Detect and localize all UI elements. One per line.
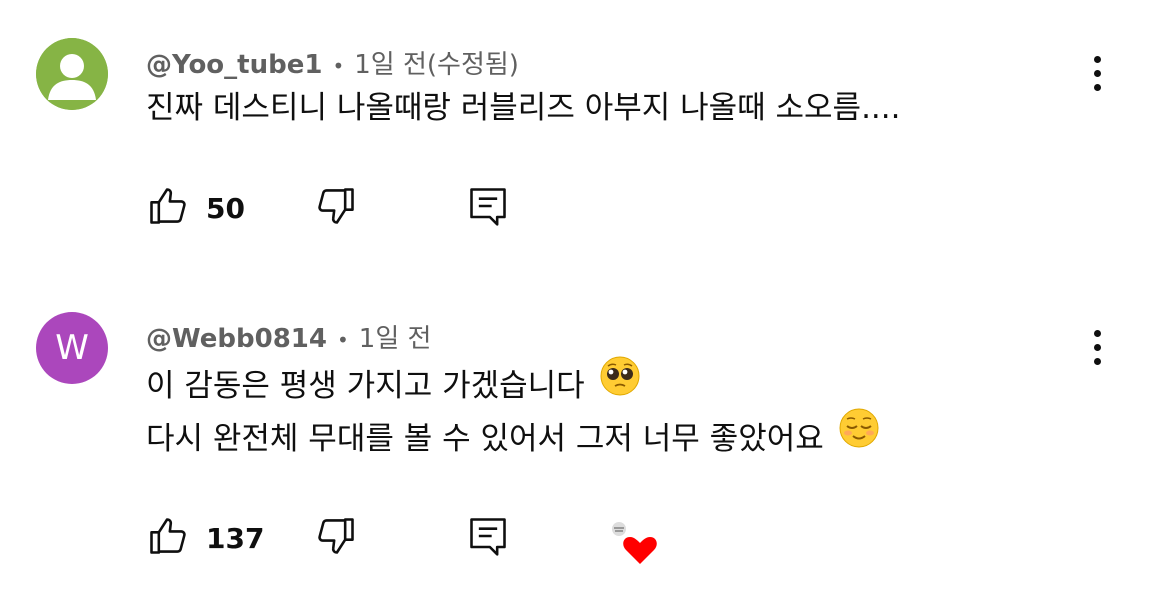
reply-icon (470, 188, 506, 226)
separator: • (336, 328, 349, 352)
comment-line-text: 다시 완전체 무대를 볼 수 있어서 그저 너무 좋았어요 (146, 420, 824, 457)
comment-line: 이 감동은 평생 가지고 가겠습니다 (146, 356, 880, 413)
comment-header: @Yoo_tube1 • 1일 전(수정됨) (146, 44, 519, 81)
timestamp[interactable]: 1일 전 (359, 324, 432, 354)
comment-text: 진짜 데스티니 나올때랑 러블리즈 아부지 나올때 소오름.... (146, 82, 901, 134)
author-name[interactable]: @Yoo_tube1 (146, 50, 322, 80)
thumbs-up-icon (150, 188, 186, 224)
pleading-face-emoji (599, 355, 641, 413)
comment-text: 이 감동은 평생 가지고 가겠습니다 다시 완전체 무대를 볼 수 있어서 그저… (146, 356, 880, 466)
avatar-letter: W (55, 328, 89, 368)
like-button[interactable]: 137 (146, 514, 264, 562)
like-button[interactable]: 50 (146, 184, 245, 232)
thumbs-up-icon (150, 518, 186, 554)
more-actions-button[interactable] (1080, 328, 1116, 368)
comment-line: 진짜 데스티니 나올때랑 러블리즈 아부지 나올때 소오름.... (146, 90, 901, 126)
dislike-button[interactable] (314, 514, 358, 562)
more-actions-button[interactable] (1080, 54, 1116, 94)
relieved-face-emoji (838, 407, 880, 465)
comment-header: @Webb0814 • 1일 전 (146, 318, 431, 355)
dislike-button[interactable] (314, 184, 358, 232)
reply-button[interactable] (466, 514, 510, 562)
creator-heart-icon (612, 522, 657, 564)
reply-button[interactable] (466, 184, 510, 232)
like-count: 50 (206, 192, 245, 225)
comment-line-text: 이 감동은 평생 가지고 가겠습니다 (146, 368, 585, 404)
default-avatar-icon (36, 38, 108, 110)
thumbs-down-icon (318, 188, 354, 224)
thumbs-down-icon (318, 518, 354, 554)
like-count: 137 (206, 522, 265, 555)
avatar[interactable]: W (36, 312, 108, 384)
author-name[interactable]: @Webb0814 (146, 324, 327, 354)
comment-line: 다시 완전체 무대를 볼 수 있어서 그저 너무 좋았어요 (146, 408, 880, 466)
creator-heart-badge[interactable] (610, 520, 674, 568)
avatar[interactable] (36, 38, 108, 110)
reply-icon (470, 518, 506, 556)
timestamp[interactable]: 1일 전(수정됨) (354, 50, 519, 80)
separator: • (332, 54, 345, 78)
